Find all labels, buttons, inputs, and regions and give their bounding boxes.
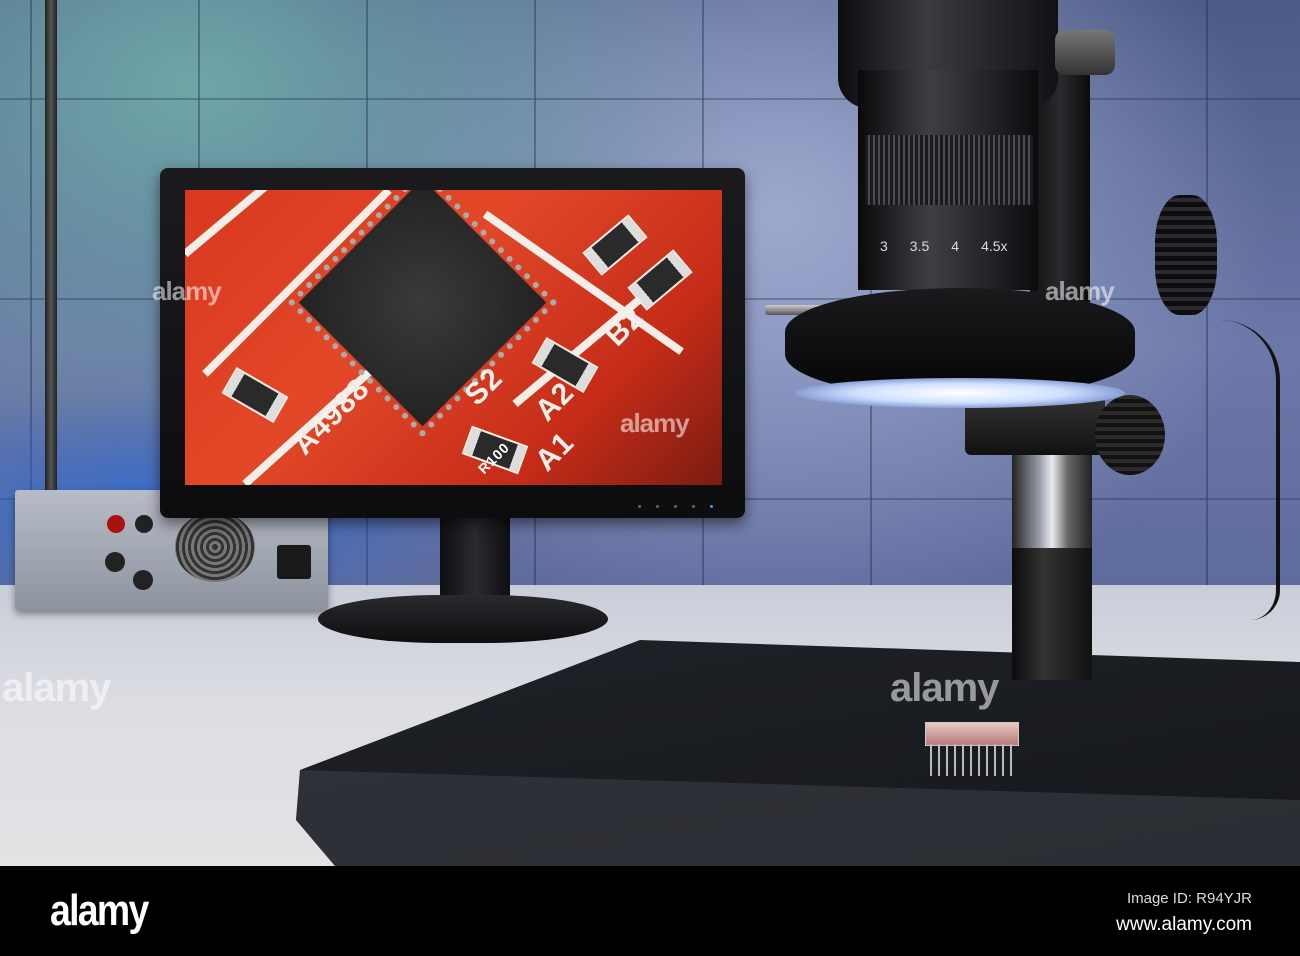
- light-stand: [45, 0, 57, 500]
- fan-grille: [175, 512, 255, 582]
- monitor: A4988 S2 A2 B2 A1 R100: [160, 168, 745, 518]
- column-base: [1012, 548, 1092, 680]
- alamy-logo: alamy: [50, 886, 149, 935]
- image-id: Image ID: R94YJR: [1126, 890, 1252, 907]
- cable: [1190, 320, 1280, 620]
- scale-mark: 3: [880, 238, 888, 254]
- lock-knob: [1055, 30, 1115, 75]
- zoom-ring: [865, 135, 1033, 205]
- monitor-screen-pcb: A4988 S2 A2 B2 A1 R100: [185, 190, 722, 485]
- scale-mark: 3.5: [909, 238, 930, 254]
- watermark: alamy: [890, 666, 999, 710]
- focus-knob: [1095, 395, 1165, 475]
- terminal: [107, 515, 125, 533]
- driver-module: [925, 722, 1019, 746]
- pcb-label: A1: [528, 425, 581, 478]
- photo-scene: A4988 S2 A2 B2 A1 R100 3 3.5 4 4.5x alam…: [0, 0, 1300, 866]
- website-link[interactable]: www.alamy.com: [1116, 914, 1252, 936]
- watermark: alamy: [1045, 276, 1115, 306]
- magnification-scale: 3 3.5 4 4.5x: [880, 238, 1008, 254]
- psu-knob: [133, 570, 153, 590]
- terminal: [135, 515, 153, 533]
- monitor-base: [318, 595, 608, 643]
- scale-mark: 4: [951, 238, 960, 254]
- pcb-label: A4988: [286, 371, 377, 462]
- watermark: alamy: [152, 276, 222, 306]
- watermark: alamy: [620, 408, 690, 438]
- pcb-label: B2: [598, 300, 651, 353]
- footer-bar: alamy Image ID: R94YJR www.alamy.com: [0, 866, 1300, 956]
- scale-mark: 4.5x: [981, 238, 1008, 254]
- watermark: alamy: [2, 666, 111, 710]
- psu-knob: [105, 552, 125, 572]
- ring-light-leds: [795, 378, 1125, 408]
- power-switch: [277, 545, 311, 579]
- side-knob: [1155, 195, 1217, 315]
- module-pins: [930, 744, 1016, 776]
